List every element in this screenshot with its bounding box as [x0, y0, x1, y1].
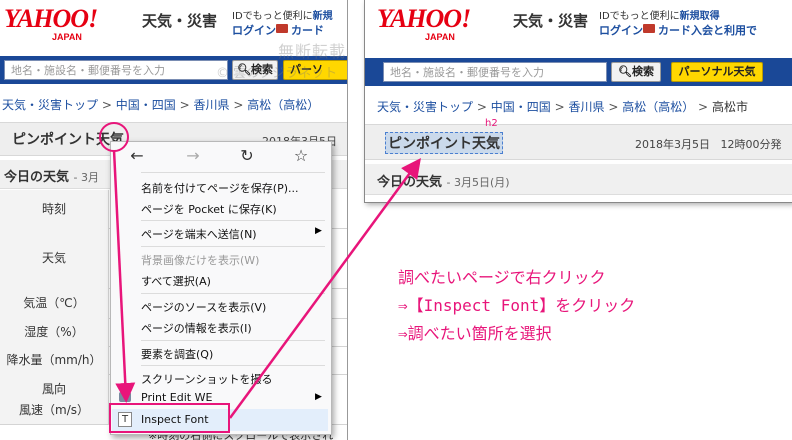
arrow-to-pinpoint-title	[228, 157, 421, 419]
arrow-to-inspect-font	[112, 149, 136, 403]
annotation-arrows	[112, 149, 421, 419]
